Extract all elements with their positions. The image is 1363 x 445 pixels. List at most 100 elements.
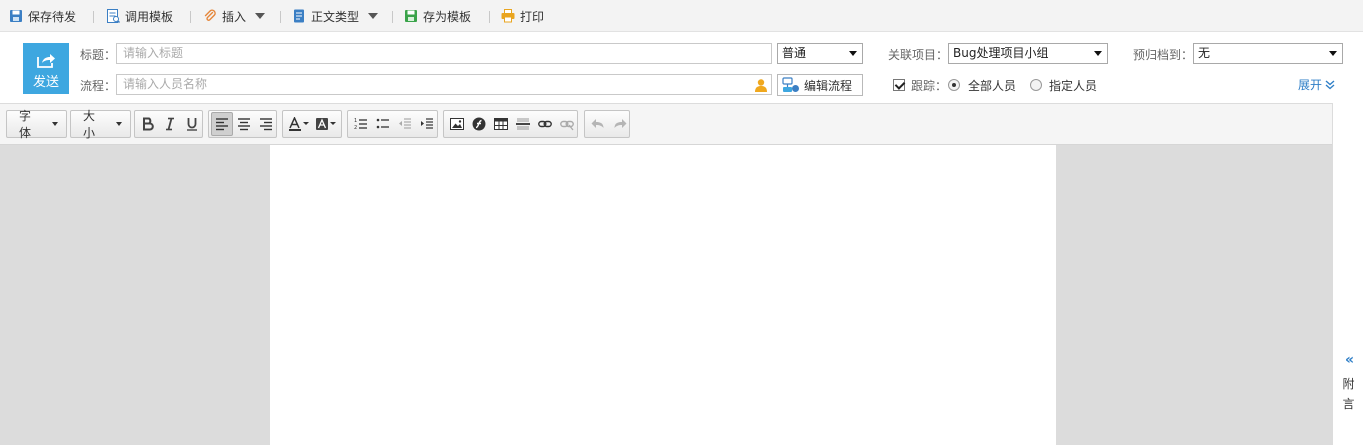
toolbar-divider: [392, 11, 393, 23]
undo-icon: [591, 119, 604, 128]
insert-table-button[interactable]: [490, 112, 512, 136]
track-all-label: 全部人员: [968, 79, 1017, 93]
bold-button[interactable]: [137, 112, 159, 136]
floppy-disk-icon: [9, 9, 23, 23]
body-type-dropdown[interactable]: 正文类型: [292, 0, 379, 32]
print-button[interactable]: 打印: [501, 0, 544, 32]
insert-flash-button[interactable]: [468, 112, 490, 136]
unordered-list-button[interactable]: [372, 112, 394, 136]
send-label: 发送: [32, 75, 59, 90]
message-header-form: 发送 标题： 请输入标题 普通 关联项目： Bug处理项目小组 预归档到： 无 …: [0, 33, 1363, 102]
outdent-icon: [399, 118, 411, 129]
save-template-icon: [404, 9, 418, 23]
list-indent-group: 12: [347, 110, 438, 138]
priority-select[interactable]: 普通: [777, 43, 863, 64]
align-left-button[interactable]: [211, 112, 233, 136]
insert-image-button[interactable]: [446, 112, 468, 136]
font-color-button[interactable]: [285, 112, 312, 136]
redo-button[interactable]: [609, 112, 631, 136]
archive-select[interactable]: 无: [1193, 43, 1343, 64]
chevron-down-icon: [1329, 51, 1337, 56]
alignment-group: [208, 110, 277, 138]
link-icon: [538, 120, 552, 128]
outdent-button[interactable]: [394, 112, 416, 136]
horizontal-rule-button[interactable]: [512, 112, 534, 136]
table-icon: [494, 118, 508, 130]
font-family-button[interactable]: 字体: [9, 109, 64, 140]
italic-icon: [166, 117, 174, 131]
indent-button[interactable]: [416, 112, 438, 136]
align-right-button[interactable]: [255, 112, 277, 136]
font-family-dropdown[interactable]: 字体: [6, 109, 67, 140]
align-center-icon: [238, 118, 250, 131]
insert-link-button[interactable]: [534, 112, 556, 136]
archive-label: 预归档到：: [1133, 48, 1194, 62]
expand-toggle[interactable]: 展开: [1298, 76, 1335, 93]
person-icon[interactable]: [754, 78, 768, 92]
svg-text:1: 1: [354, 118, 357, 124]
unlink-button[interactable]: [556, 112, 578, 136]
flow-placeholder: 请输入人员名称: [123, 77, 208, 91]
priority-value: 普通: [782, 46, 807, 60]
font-color-icon: [288, 117, 309, 131]
double-chevron-left-icon: «: [1345, 352, 1355, 368]
edit-flow-button[interactable]: 编辑流程: [777, 74, 863, 96]
unlink-icon: [560, 120, 574, 131]
italic-button[interactable]: [159, 112, 181, 136]
related-project-value: Bug处理项目小组: [953, 46, 1049, 60]
title-label: 标题：: [80, 48, 117, 62]
unordered-list-icon: [376, 118, 389, 129]
insert-dropdown[interactable]: 插入: [203, 0, 266, 32]
editor-document-page[interactable]: [270, 145, 1056, 445]
archive-value: 无: [1198, 46, 1211, 60]
ordered-list-button[interactable]: 12: [350, 112, 372, 136]
save-draft-button[interactable]: 保存待发: [9, 0, 76, 32]
document-icon: [292, 9, 306, 23]
color-group: [282, 110, 342, 138]
top-toolbar: 保存待发 调用模板 插入 正文类型 存为模板 打印: [0, 0, 1363, 32]
related-project-select[interactable]: Bug处理项目小组: [948, 43, 1108, 64]
chevron-down-icon: [1094, 51, 1102, 56]
chevron-down-icon: [368, 13, 379, 19]
flow-input[interactable]: 请输入人员名称: [116, 74, 772, 95]
save-as-template-label: 存为模板: [423, 9, 472, 24]
track-checkbox[interactable]: [893, 79, 905, 91]
history-group: [584, 110, 630, 138]
font-family-label: 字体: [19, 109, 32, 140]
flowchart-icon: [782, 77, 799, 92]
print-label: 打印: [520, 9, 545, 24]
align-center-button[interactable]: [233, 112, 255, 136]
send-button[interactable]: 发送: [23, 43, 69, 94]
align-left-icon: [216, 118, 228, 131]
flash-icon: [472, 117, 486, 131]
underline-button[interactable]: [181, 112, 203, 136]
track-specified-radio[interactable]: [1030, 79, 1042, 91]
use-template-label: 调用模板: [125, 9, 174, 24]
toolbar-divider: [93, 11, 94, 23]
insert-label: 插入: [222, 9, 247, 24]
use-template-button[interactable]: 调用模板: [106, 0, 173, 32]
expand-label: 展开: [1298, 78, 1323, 92]
font-size-button[interactable]: 大小: [73, 109, 128, 140]
align-right-icon: [260, 118, 272, 131]
save-as-template-button[interactable]: 存为模板: [404, 0, 471, 32]
title-input[interactable]: 请输入标题: [116, 43, 772, 64]
double-chevron-down-icon: [1325, 79, 1335, 89]
track-all-radio[interactable]: [948, 79, 960, 91]
side-panel-char-2: 言: [1342, 397, 1355, 411]
font-size-dropdown[interactable]: 大小: [70, 109, 131, 140]
save-draft-label: 保存待发: [28, 9, 77, 24]
track-specified-label: 指定人员: [1049, 79, 1098, 93]
indent-icon: [421, 118, 433, 129]
bold-icon: [143, 117, 154, 131]
chevron-down-icon: [52, 122, 58, 126]
toolbar-divider: [280, 11, 281, 23]
background-color-button[interactable]: [312, 112, 339, 136]
undo-button[interactable]: [587, 112, 609, 136]
chevron-down-icon: [849, 51, 857, 56]
attachment-note-panel-toggle[interactable]: « 附 言: [1332, 103, 1363, 445]
related-project-label: 关联项目：: [888, 48, 949, 62]
printer-icon: [501, 9, 515, 23]
editor-toolbar: 字体 大小 1 2: [0, 103, 1332, 145]
side-panel-char-1: 附: [1342, 377, 1355, 391]
